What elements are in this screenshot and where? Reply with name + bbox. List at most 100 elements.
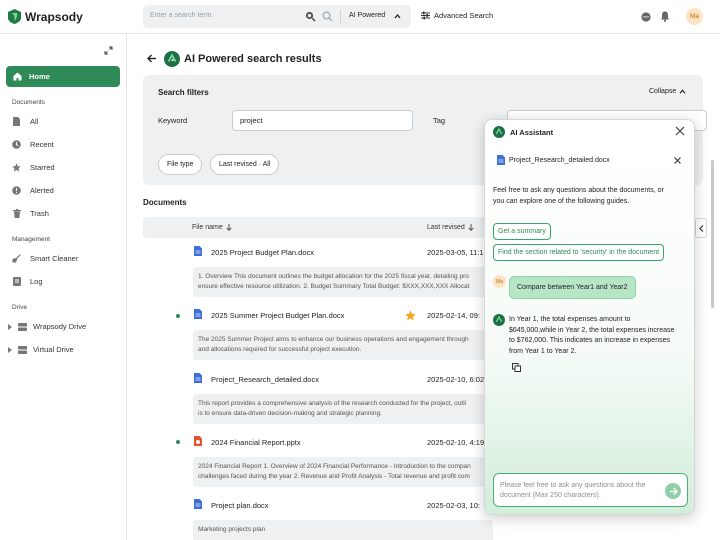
document-icon [12,117,21,126]
search-input[interactable]: Enter a search term. [150,12,213,19]
unread-dot [176,440,180,444]
summary-line: This report provides a comprehensive ana… [198,400,467,407]
sidebar-item-label: All [30,117,39,126]
bell-icon[interactable] [660,11,670,22]
keyword-input[interactable]: project [232,110,413,131]
search-bar[interactable]: Enter a search term. AI Powered [143,5,411,28]
file-name[interactable]: Project plan.docx [211,501,269,510]
ask-question-field[interactable]: Please feel free to ask any questions ab… [493,473,688,507]
sidebar-item-smart-cleaner[interactable]: Smart Cleaner [12,254,78,263]
sidebar-item-alerted[interactable]: Alerted [12,186,54,195]
file-summary: This report provides a comprehensive ana… [193,394,493,424]
sidebar-item-home[interactable]: Home [6,66,120,87]
brand-logo[interactable]: Wrapsody [8,9,83,24]
assistant-intro: Feel free to ask any questions about the… [493,186,664,207]
chevron-up-icon [679,89,686,94]
attached-file-name: Project_Research_detailed.docx [509,157,610,164]
sidebar-item-label: Recent [30,140,54,149]
sidebar-item-starred[interactable]: Starred [12,163,55,172]
sliders-icon [421,11,430,20]
column-label: File name [192,224,223,231]
assistant-answer: In Year 1, the total expenses amount to … [509,315,694,357]
sidebar-item-wrapsody-drive[interactable]: Wrapsody Drive [8,322,86,331]
search-icon[interactable] [322,11,333,22]
user-avatar[interactable]: Ma [686,8,703,25]
file-name[interactable]: 2025 Summer Project Budget Plan.docx [211,311,344,320]
summary-line: challenges faced during the year 2. Reve… [198,473,470,480]
column-file-name[interactable]: File name [192,224,232,231]
chat-icon[interactable] [641,12,651,22]
column-last-revised[interactable]: Last revised [427,224,474,231]
chevron-right-icon[interactable] [8,323,12,330]
answer-line: $645,000,while in Year 2, the total expe… [509,326,675,334]
docx-file-icon [194,373,202,383]
file-summary: The 2025 Summer Project aims to enhance … [193,330,493,360]
column-label: Last revised [427,224,465,231]
broom-icon [12,254,21,263]
sidebar-item-log[interactable]: Log [12,277,43,286]
back-arrow-icon[interactable] [147,54,156,63]
intro-line: Feel free to ask any questions about the… [493,187,664,194]
trash-icon [12,209,21,218]
copy-icon[interactable] [512,363,521,372]
advanced-search-button[interactable]: Advanced Search [421,11,493,20]
summary-line: is to ensure data-driven decision-making… [198,410,382,417]
arrow-down-icon [468,224,474,231]
file-name[interactable]: 2025 Project Budget Plan.docx [211,248,314,257]
collapse-sidebar-icon[interactable] [104,46,113,55]
scrollbar[interactable] [711,160,714,308]
sidebar-item-recent[interactable]: Recent [12,140,54,149]
close-icon[interactable] [675,126,685,136]
chevron-right-icon[interactable] [8,346,12,353]
answer-line: to $762,000. This indicates an increase … [509,337,670,345]
file-summary: 2024 Financial Report 1. Overview of 202… [193,457,493,487]
page-title: AI Powered search results [184,53,322,65]
sidebar-item-all[interactable]: All [12,117,38,126]
search-mode-select[interactable]: AI Powered [349,12,385,19]
drive-icon [18,345,27,354]
pptx-file-icon [194,436,202,446]
file-type-filter[interactable]: File type [158,154,203,175]
collapse-filters-button[interactable]: Collapse [649,88,686,95]
send-button[interactable] [665,483,681,499]
documents-heading: Documents [143,198,187,207]
docx-file-icon [497,155,505,165]
log-icon [12,277,21,286]
chevron-up-icon[interactable] [394,13,401,19]
sidebar-item-trash[interactable]: Trash [12,209,49,218]
ask-input-placeholder[interactable]: Please feel free to ask any questions ab… [500,481,660,501]
file-name[interactable]: 2024 Financial Report.pptx [211,438,301,447]
tag-label: Tag [433,116,446,125]
file-name[interactable]: Project_Research_detailed.docx [211,375,319,384]
docx-file-icon [194,499,202,509]
advanced-search-label: Advanced Search [434,11,494,20]
home-icon [13,72,22,81]
ai-search-icon[interactable] [305,11,316,22]
unread-dot [176,314,180,318]
ai-assistant-title: AI Assistant [510,128,554,137]
search-divider [340,10,341,23]
last-revised-filter[interactable]: Last revised · All [210,154,280,175]
user-message: Compare between Year1 and Year2 [509,276,636,299]
summary-line: 1. Overview This document outlines the b… [198,273,469,280]
remove-file-icon[interactable] [674,157,681,164]
file-date: 2025-02-14, 09: [427,311,480,320]
summary-line: and allocations required for successful … [198,346,362,353]
sidebar: Home Documents All Recent Starred Alerte… [0,34,127,540]
brand-name: Wrapsody [25,9,83,24]
file-summary: Marketing projects plan [193,520,493,540]
star-icon[interactable] [405,310,416,321]
sidebar-item-virtual-drive[interactable]: Virtual Drive [8,345,74,354]
ai-logo-icon [493,126,505,138]
file-date: 2025-02-03, 10: [427,501,480,510]
guide-get-summary[interactable]: Get a summary [493,223,551,240]
keyword-label: Keyword [158,116,188,125]
sidebar-section-drive: Drive [12,304,28,311]
file-date: 2025-03-05, 11:1 [427,248,484,257]
guide-find-section[interactable]: Find the section related to 'security' i… [493,244,665,261]
sidebar-item-label: Virtual Drive [33,345,74,354]
summary-line: ensure effective resource utilization. 2… [198,283,470,290]
sidebar-item-label: Trash [30,209,49,218]
panel-toggle-button[interactable] [695,218,707,238]
ai-logo-icon [164,51,180,67]
